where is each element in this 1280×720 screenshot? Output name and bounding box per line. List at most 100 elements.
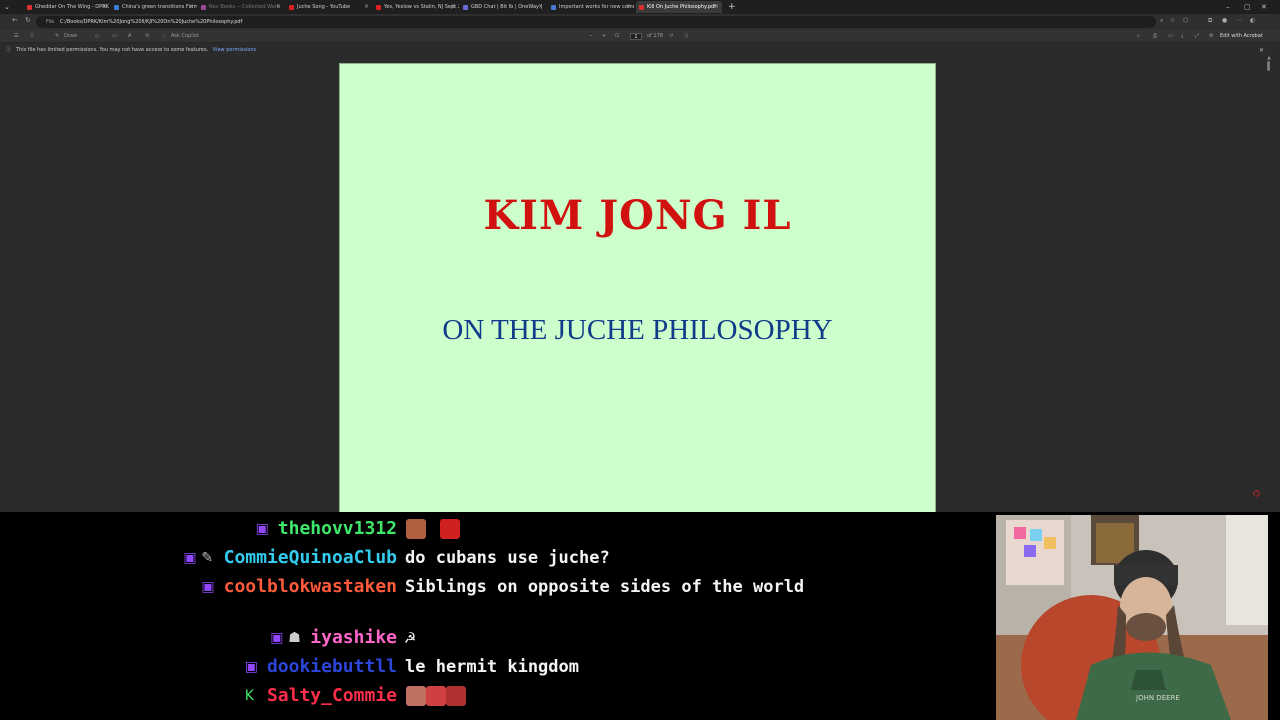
emote-face-icon [406,686,426,706]
pdf-toolbar: ☰ ▽ ✎ Draw ◇ ▭ A ⟲ ◌ Ask Copilot − + ⊡ 1… [0,30,1280,43]
favorite-star-icon[interactable]: ☆ [1170,17,1175,24]
acrobat-icon[interactable]: ⌬ [1253,489,1260,498]
address-bar-row: ← ↻ File C:/Books/DPRK/Kim%20Jong%20Il/K… [0,14,1280,30]
settings-icon[interactable]: ⚙ [1209,30,1213,43]
browser-tab[interactable]: GBD Chat | Bit Ib | OneWay | × [460,1,546,13]
profile-avatar[interactable]: ● [1222,17,1227,24]
webcam-feed: JOHN DEERE [996,515,1268,720]
copilot-icon[interactable]: ◐ [1250,17,1255,24]
emote-face-icon [426,686,446,706]
tab-favicon-icon [463,5,468,10]
url-text: C:/Books/DPRK/Kim%20Jong%20Il/KJI%20On%2… [59,19,243,25]
chat-username[interactable]: thehovv1312 [278,519,397,539]
permissions-notice: ⓘ This file has limited permissions. You… [0,44,1280,57]
collections-icon[interactable]: ⧉ [1208,17,1212,25]
emote-face-icon [446,686,466,706]
close-window-icon[interactable]: ✕ [1261,0,1267,14]
tab-favicon-icon [114,5,119,10]
tab-close-icon[interactable]: × [276,1,281,13]
tab-close-icon[interactable]: × [538,1,543,13]
chat-username[interactable]: iyashike [310,628,397,648]
browser-tab[interactable]: Important works for new commu × [548,1,634,13]
twitch-badge-icon: ▣ [201,579,215,595]
new-tab-button[interactable]: + [728,0,736,14]
contents-icon[interactable]: ☰ [14,30,18,43]
back-icon[interactable]: ← [12,16,18,24]
tab-close-icon[interactable]: × [102,1,107,13]
zoom-icon[interactable]: ⌕ [1160,17,1163,25]
tab-label: Important works for new commu [559,4,634,10]
view-permissions-link[interactable]: View permissions [213,47,256,53]
draw-icon[interactable]: ✎ [55,30,59,43]
pen-badge-icon: ✎ [201,550,214,566]
tab-list-icon[interactable]: ⌄ [4,0,10,14]
pdf-viewer-area: KIM JONG IL ON THE JUCHE PHILOSOPHY ▲ ⌬ [0,55,1280,512]
stream-overlay: thehovv1312 ▣ CommieQuinoaClub ✎ ▣ do cubans … [0,512,1280,720]
tab-label: Yes, Yeslow vs Stalin, NJ Sept 20 [384,4,459,10]
tab-favicon-icon [551,5,556,10]
refresh-icon[interactable]: ↻ [25,16,31,24]
save-icon[interactable]: ▭ [1168,30,1173,43]
info-icon: ⓘ [6,47,12,53]
extensions-icon[interactable]: ⬡ [1183,17,1188,24]
webcam-image: JOHN DEERE [996,515,1268,720]
page-number-input[interactable]: 1 [630,33,642,40]
more-menu-icon[interactable]: ⋯ [1236,17,1242,24]
fullscreen-icon[interactable]: ⤢ [1195,30,1199,43]
tab-favicon-icon [27,5,32,10]
read-aloud-icon[interactable]: A [128,30,131,43]
draw-button[interactable]: Draw [64,30,77,43]
tab-close-icon[interactable]: × [364,1,369,13]
tab-close-icon[interactable]: × [626,1,631,13]
text-icon[interactable]: ▭ [112,30,117,43]
tab-close-icon[interactable]: × [714,1,719,13]
tab-close-icon[interactable]: × [189,1,194,13]
tab-label: Nov Books -- Collected Work [209,4,280,10]
browser-tab[interactable]: China's green transitions Form Yo× [111,1,197,13]
eraser-icon[interactable]: ◇ [95,30,99,43]
tab-bar: ⌄ Gheddar On The Wing - DPRK ln × China's … [0,0,1280,14]
ask-copilot-button[interactable]: Ask Copilot [171,30,199,43]
browser-tab[interactable]: Nov Books -- Collected Work × [198,1,284,13]
emote-face-icon [406,519,426,539]
browser-tab[interactable]: Gheddar On The Wing - DPRK ln × [24,1,110,13]
search-icon[interactable]: ⌕ [1137,30,1140,43]
address-bar[interactable]: File C:/Books/DPRK/Kim%20Jong%20Il/KJI%2… [36,16,1156,28]
scrollbar-thumb[interactable] [1267,61,1270,71]
fit-page-icon[interactable]: ⊡ [615,30,619,43]
chat-message-text: ☭ [405,628,416,648]
url-scheme: File [46,19,55,25]
edit-with-acrobat-button[interactable]: Edit with Acrobat [1220,30,1263,43]
highlight-icon[interactable]: ▽ [30,30,34,43]
page-view-icon[interactable]: ▯ [685,30,688,43]
chat-username[interactable]: CommieQuinoaClub [224,548,397,568]
browser-window: ⌄ Gheddar On The Wing - DPRK ln × China's … [0,0,1280,512]
chat-username[interactable]: Salty_Commie [267,686,397,706]
browser-tab[interactable]: Yes, Yeslow vs Stalin, NJ Sept 20 × [373,1,459,13]
k-badge-icon: K [244,688,254,704]
copilot-small-icon[interactable]: ◌ [162,30,166,43]
tab-close-icon[interactable]: × [451,1,456,13]
tab-label: China's green transitions Form Yo [122,4,197,10]
page-total: of 178 [647,33,663,39]
zoom-in-button[interactable]: + [602,30,606,43]
minimize-icon[interactable]: – [1226,0,1230,14]
chat-message-text: le hermit kingdom [405,657,579,677]
tab-favicon-icon [639,5,644,10]
download-icon[interactable]: ⤓ [1181,30,1183,43]
chat-username[interactable]: coolblokwastaken [224,577,397,597]
rotate-icon[interactable]: ↺ [669,30,673,43]
emote-badge-icon [440,519,460,539]
tab-favicon-icon [289,5,294,10]
print-icon[interactable]: ⎙ [1153,30,1157,43]
browser-tab[interactable]: Kill On Juche Philosophy.pdf × [636,1,722,13]
pdf-author: KIM JONG IL [483,192,792,239]
chat-username[interactable]: dookiebuttll [267,657,397,677]
zoom-out-button[interactable]: − [589,30,593,43]
tab-label: GBD Chat | Bit Ib | OneWay | [471,4,543,10]
close-notice-icon[interactable]: ✕ [1259,44,1264,57]
browser-tab[interactable]: Juche Song - YouTube × [286,1,372,13]
tab-label: Kill On Juche Philosophy.pdf [647,4,716,10]
maximize-icon[interactable]: ▢ [1244,0,1251,14]
translate-icon[interactable]: ⟲ [145,30,149,43]
